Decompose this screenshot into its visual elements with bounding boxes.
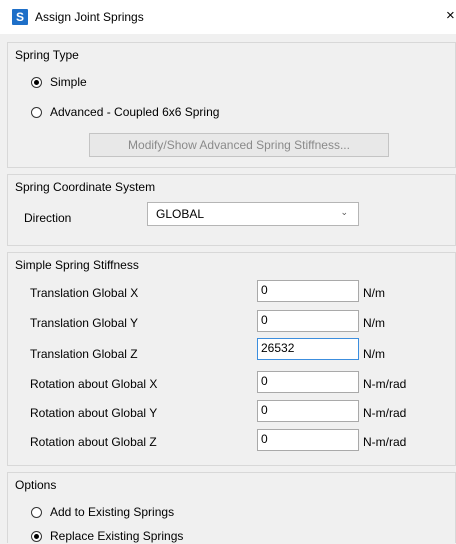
stiffness-input[interactable]: 0 xyxy=(257,429,359,451)
coordinate-system-group: Spring Coordinate System Direction GLOBA… xyxy=(7,174,456,246)
stiffness-input[interactable]: 0 xyxy=(257,310,359,332)
stiffness-row-label: Translation Global Z xyxy=(30,347,138,361)
options-group: Options Add to Existing Springs Replace … xyxy=(7,472,456,543)
radio-advanced-label: Advanced - Coupled 6x6 Spring xyxy=(50,105,220,119)
radio-advanced[interactable]: Advanced - Coupled 6x6 Spring xyxy=(31,104,219,120)
stiffness-input[interactable]: 26532 xyxy=(257,338,359,360)
stiffness-group: Simple Spring Stiffness Translation Glob… xyxy=(7,252,456,466)
spring-type-group: Spring Type Simple Advanced - Coupled 6x… xyxy=(7,42,456,168)
chevron-down-icon: ⌄ xyxy=(340,207,348,217)
window-title: Assign Joint Springs xyxy=(35,10,144,24)
close-icon[interactable]: × xyxy=(446,7,455,24)
unit-label: N/m xyxy=(363,286,385,300)
title-bar: S Assign Joint Springs × xyxy=(0,0,456,34)
radio-replace-existing-label: Replace Existing Springs xyxy=(50,529,184,543)
unit-label: N-m/rad xyxy=(363,377,407,391)
stiffness-row-label: Translation Global Y xyxy=(30,316,139,330)
stiffness-row-label: Rotation about Global X xyxy=(30,377,158,391)
unit-label: N-m/rad xyxy=(363,406,407,420)
direction-label: Direction xyxy=(24,211,72,225)
unit-label: N-m/rad xyxy=(363,435,407,449)
radio-replace-existing[interactable]: Replace Existing Springs xyxy=(31,528,183,544)
radio-button[interactable] xyxy=(31,530,42,542)
radio-button[interactable] xyxy=(31,76,42,88)
radio-add-existing-label: Add to Existing Springs xyxy=(50,505,175,519)
options-label: Options xyxy=(15,478,57,492)
radio-button[interactable] xyxy=(31,506,42,518)
direction-select[interactable]: GLOBAL ⌄ xyxy=(147,202,359,226)
radio-button[interactable] xyxy=(31,106,42,118)
stiffness-row-label: Translation Global X xyxy=(30,286,139,300)
modify-advanced-stiffness-button[interactable]: Modify/Show Advanced Spring Stiffness... xyxy=(89,133,389,157)
radio-add-existing[interactable]: Add to Existing Springs xyxy=(31,504,174,520)
radio-simple-label: Simple xyxy=(50,75,87,89)
unit-label: N/m xyxy=(363,347,385,361)
stiffness-row-label: Rotation about Global Z xyxy=(30,435,157,449)
stiffness-input[interactable]: 0 xyxy=(257,371,359,393)
stiffness-row-label: Rotation about Global Y xyxy=(30,406,158,420)
stiffness-input[interactable]: 0 xyxy=(257,400,359,422)
unit-label: N/m xyxy=(363,316,385,330)
coordinate-system-label: Spring Coordinate System xyxy=(15,180,156,194)
spring-type-label: Spring Type xyxy=(15,48,79,62)
stiffness-input[interactable]: 0 xyxy=(257,280,359,302)
app-logo-icon: S xyxy=(12,9,28,25)
radio-simple[interactable]: Simple xyxy=(31,74,87,90)
stiffness-label: Simple Spring Stiffness xyxy=(15,258,139,272)
direction-value: GLOBAL xyxy=(156,207,205,221)
